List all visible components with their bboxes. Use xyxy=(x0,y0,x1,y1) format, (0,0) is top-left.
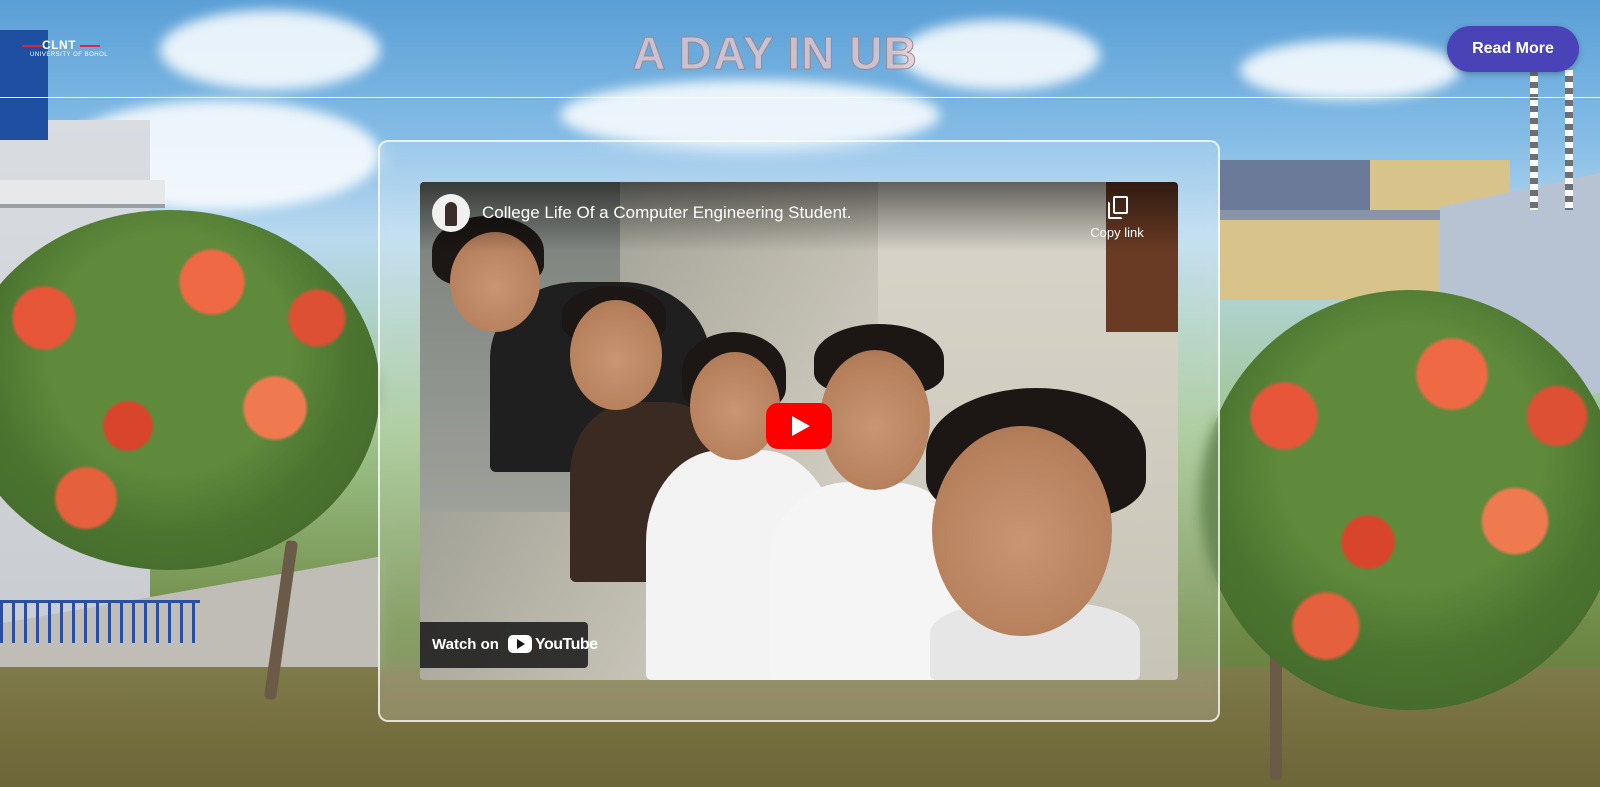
header-bar: CLNT UNIVERSITY OF BOHOL A DAY IN UB Rea… xyxy=(0,0,1600,98)
building-top xyxy=(1220,160,1370,210)
building-roof xyxy=(0,180,165,208)
video-card: College Life Of a Computer Engineering S… xyxy=(378,140,1220,722)
flowering-tree xyxy=(0,210,380,570)
video-top-overlay: College Life Of a Computer Engineering S… xyxy=(420,182,1178,252)
channel-avatar[interactable] xyxy=(432,194,470,232)
video-title[interactable]: College Life Of a Computer Engineering S… xyxy=(482,203,852,223)
watch-on-youtube-button[interactable]: Watch on YouTube xyxy=(420,622,598,668)
flowering-tree xyxy=(1200,290,1600,710)
thumbnail-person-face xyxy=(690,352,780,460)
thumbnail-person-face xyxy=(820,350,930,490)
page-title: A DAY IN UB xyxy=(632,27,918,80)
youtube-icon xyxy=(508,635,532,653)
play-button[interactable] xyxy=(766,403,832,449)
page: CLNT UNIVERSITY OF BOHOL A DAY IN UB Rea… xyxy=(0,0,1600,787)
youtube-wordmark: YouTube xyxy=(535,636,598,653)
copy-icon xyxy=(1107,196,1128,219)
youtube-embed[interactable]: College Life Of a Computer Engineering S… xyxy=(420,182,1178,680)
watch-on-label: Watch on xyxy=(432,636,499,653)
railing xyxy=(0,600,200,643)
thumbnail-person-face xyxy=(570,300,662,410)
thumbnail-person-face xyxy=(932,426,1112,636)
copy-link-button[interactable]: Copy link xyxy=(1086,196,1148,240)
read-more-button[interactable]: Read More xyxy=(1447,26,1579,72)
copy-link-label: Copy link xyxy=(1090,225,1144,240)
